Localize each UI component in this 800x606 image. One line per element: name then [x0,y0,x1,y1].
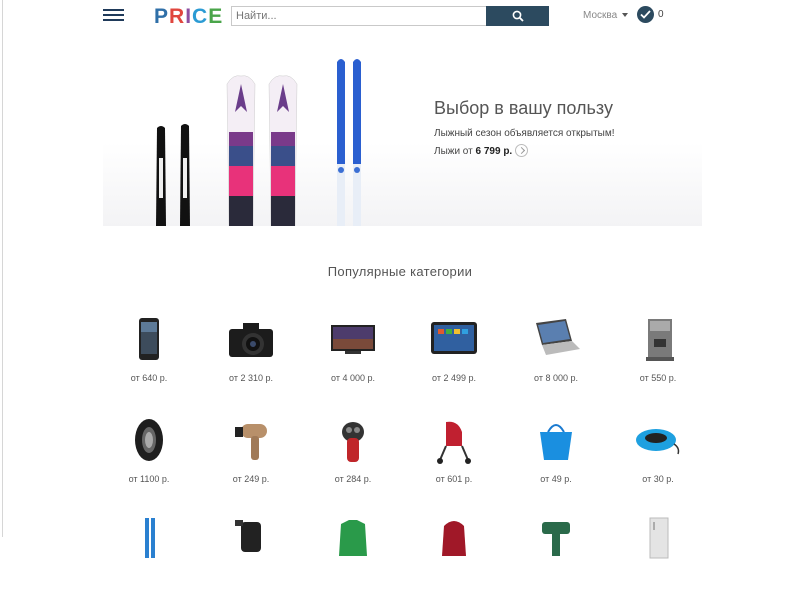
search-bar [231,6,549,26]
search-button[interactable] [486,6,549,26]
stroller-icon [437,421,471,464]
city-label: Москва [583,10,618,21]
tv-icon [331,325,375,354]
menu-icon[interactable] [103,9,124,22]
backpack-icon [442,521,466,556]
category-price: от 2 499 р. [432,373,476,383]
camera-icon [229,323,273,357]
banner-price-prefix: Лыжи от [434,146,473,157]
smartphone-icon [139,318,159,360]
shaver-icon [342,422,364,462]
laptop-icon [536,319,580,355]
banner-price-value: 6 799 р. [475,146,513,157]
category-item[interactable] [404,516,504,606]
category-price: от 249 р. [232,474,270,484]
category-price: от 284 р. [334,474,372,484]
logo-letter: E [208,5,224,28]
logo-letter: I [185,5,193,28]
category-item[interactable]: от 2 499 р. [404,317,504,407]
category-item[interactable]: от 8 000 р. [506,317,606,407]
coffee-machine-icon [646,319,674,361]
arrow-right-icon[interactable] [515,144,529,157]
drill-icon [542,522,570,556]
categories-heading: Популярные категории [327,264,473,279]
compare-count: 0 [658,9,664,20]
category-item[interactable]: от 601 р. [404,418,504,508]
category-price: от 601 р. [435,474,473,484]
compare-button[interactable] [637,6,654,23]
category-item[interactable]: от 49 р. [506,418,606,508]
checkmark-icon [640,10,651,19]
category-item[interactable]: от 1100 р. [99,418,199,508]
banner-subtitle: Лыжный сезон объявляется открытым! [434,128,615,139]
category-price: от 49 р. [540,474,572,484]
logo[interactable]: PRICE [154,5,223,29]
city-selector[interactable]: Москва [583,10,629,21]
search-icon [512,10,524,22]
category-item[interactable] [201,516,301,606]
category-item[interactable]: от 2 310 р. [201,317,301,407]
category-item[interactable]: от 284 р. [303,418,403,508]
snow-tube-icon [636,429,680,455]
search-input[interactable] [231,6,488,26]
hair-dryer-icon [235,424,267,460]
category-price: от 8 000 р. [534,373,578,383]
tire-icon [135,419,163,461]
jacket-icon [339,520,367,556]
logo-letter: R [169,5,186,28]
banner-title: Выбор в вашу пользу [434,98,613,118]
promo-banner[interactable]: Выбор в вашу пользу Лыжный сезон объявля… [103,40,702,226]
category-price: от 30 р. [642,474,674,484]
category-price: от 2 310 р. [229,373,273,383]
header: PRICE Москва 0 [0,0,800,32]
logo-letter: P [154,5,170,28]
category-item[interactable]: от 640 р. [99,317,199,407]
tablet-icon [431,322,477,354]
banner-price-line: Лыжи от 6 799 р. [434,144,529,157]
category-item[interactable] [99,516,199,606]
refrigerator-icon [649,517,669,559]
category-item[interactable]: от 249 р. [201,418,301,508]
skis-image [156,59,361,226]
category-price: от 4 000 р. [331,373,375,383]
category-item[interactable]: от 550 р. [608,317,708,407]
logo-letter: C [192,5,209,28]
category-price: от 640 р. [130,373,168,383]
category-item[interactable]: от 30 р. [608,418,708,508]
category-item[interactable] [303,516,403,606]
chevron-down-icon [622,13,629,17]
category-item[interactable]: от 4 000 р. [303,317,403,407]
category-item[interactable] [506,516,606,606]
car-seat-icon [235,520,261,552]
category-item[interactable] [608,516,708,606]
category-price: от 550 р. [639,373,677,383]
category-price: от 1100 р. [128,474,170,484]
handbag-icon [540,424,572,460]
skis-icon [145,518,155,558]
